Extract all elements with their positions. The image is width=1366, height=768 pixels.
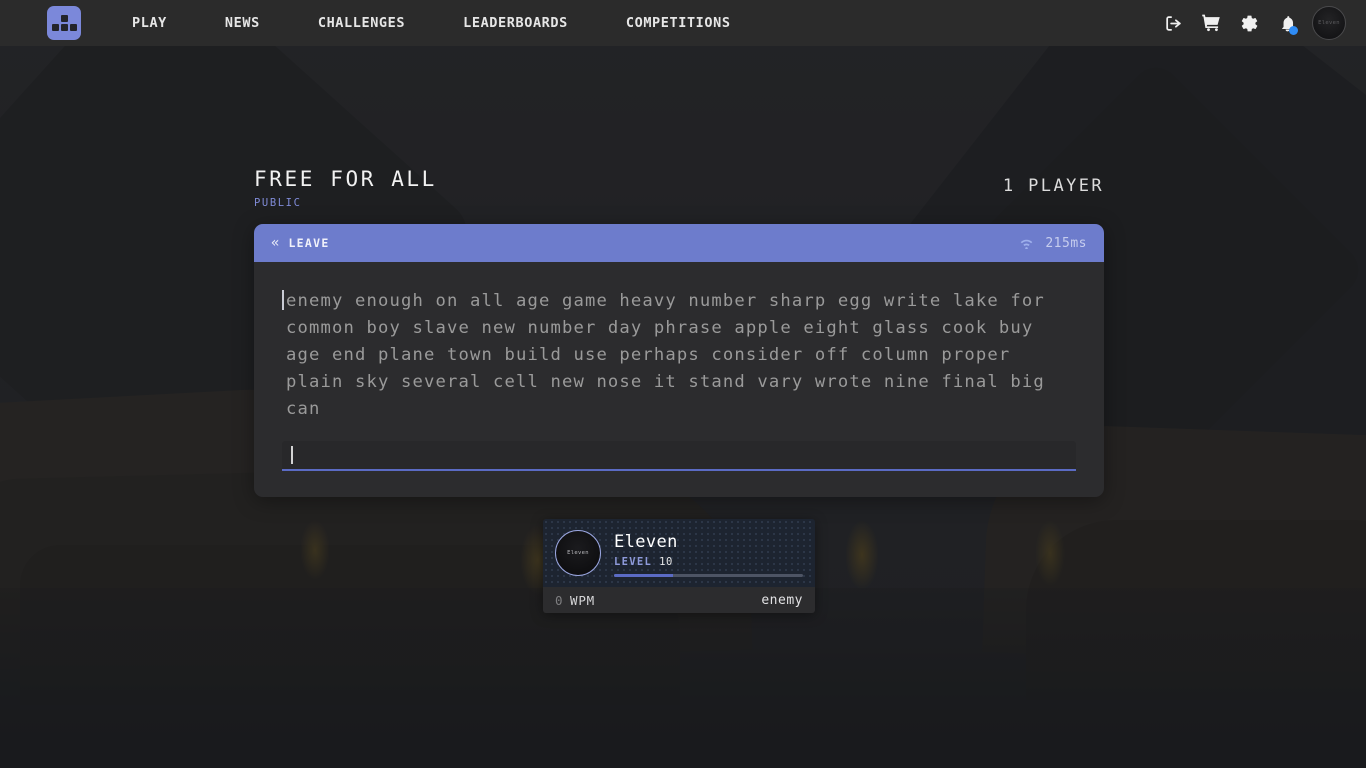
- page-content: FREE FOR ALL PUBLIC 1 PLAYER « LEAVE 215…: [0, 0, 1366, 768]
- nav-link-challenges[interactable]: CHALLENGES: [318, 15, 405, 31]
- xp-progress-bar: [614, 574, 803, 577]
- race-panel-header: « LEAVE 215ms: [254, 224, 1104, 262]
- ping-value: 215ms: [1045, 235, 1087, 251]
- nav-link-news[interactable]: NEWS: [225, 15, 260, 31]
- cart-icon[interactable]: [1192, 4, 1230, 42]
- app-logo[interactable]: [47, 6, 81, 40]
- leave-button[interactable]: « LEAVE: [271, 236, 330, 250]
- player-level-row: LEVEL 10: [614, 556, 803, 568]
- quote-text: enemy enough on all age game heavy numbe…: [282, 288, 1076, 423]
- gear-icon[interactable]: [1230, 4, 1268, 42]
- player-avatar[interactable]: Eleven: [555, 530, 601, 576]
- wpm-label: WPM: [570, 592, 596, 608]
- room-title: FREE FOR ALL: [254, 167, 437, 191]
- main-nav: PLAY NEWS CHALLENGES LEADERBOARDS COMPET…: [132, 15, 731, 31]
- xp-progress-fill: [614, 574, 673, 577]
- wifi-icon: [1018, 234, 1035, 253]
- typing-input-wrapper[interactable]: [282, 441, 1076, 471]
- input-caret: [291, 446, 293, 464]
- navbar-actions: Eleven: [1154, 4, 1346, 42]
- player-card-stats: 0 WPM enemy: [543, 587, 815, 613]
- player-info: Eleven LEVEL 10: [614, 530, 803, 577]
- avatar-label: Eleven: [1318, 20, 1340, 26]
- logo-grid-icon: [51, 15, 77, 31]
- room-visibility: PUBLIC: [254, 197, 302, 209]
- leave-button-label: LEAVE: [288, 236, 330, 250]
- level-value: 10: [659, 556, 673, 568]
- notification-badge: [1289, 26, 1298, 35]
- room-header: FREE FOR ALL PUBLIC 1 PLAYER: [254, 167, 1104, 209]
- player-card[interactable]: Eleven Eleven LEVEL 10 0 WPM enemy: [543, 519, 815, 613]
- chevron-left-icon: «: [271, 235, 280, 251]
- nav-link-play[interactable]: PLAY: [132, 15, 167, 31]
- player-count: 1 PLAYER: [1002, 176, 1104, 196]
- quote-caret: [282, 290, 284, 310]
- player-card-top: Eleven Eleven LEVEL 10: [543, 519, 815, 587]
- player-name: Eleven: [614, 532, 678, 552]
- race-panel: « LEAVE 215ms enemy enough on all age ga…: [254, 224, 1104, 497]
- bell-icon[interactable]: [1268, 4, 1306, 42]
- player-role: enemy: [761, 592, 803, 608]
- quote-words: enemy enough on all age game heavy numbe…: [286, 291, 1045, 419]
- typing-input[interactable]: [282, 441, 1076, 469]
- user-avatar[interactable]: Eleven: [1312, 6, 1346, 40]
- level-label: LEVEL: [614, 556, 653, 568]
- quote-area: enemy enough on all age game heavy numbe…: [254, 262, 1104, 423]
- logout-icon[interactable]: [1154, 4, 1192, 42]
- top-navbar: PLAY NEWS CHALLENGES LEADERBOARDS COMPET…: [0, 0, 1366, 46]
- nav-link-competitions[interactable]: COMPETITIONS: [626, 15, 731, 31]
- ping-indicator: 215ms: [1018, 234, 1087, 253]
- wpm-value: 0: [555, 592, 564, 608]
- player-avatar-label: Eleven: [567, 550, 589, 556]
- nav-link-leaderboards[interactable]: LEADERBOARDS: [463, 15, 568, 31]
